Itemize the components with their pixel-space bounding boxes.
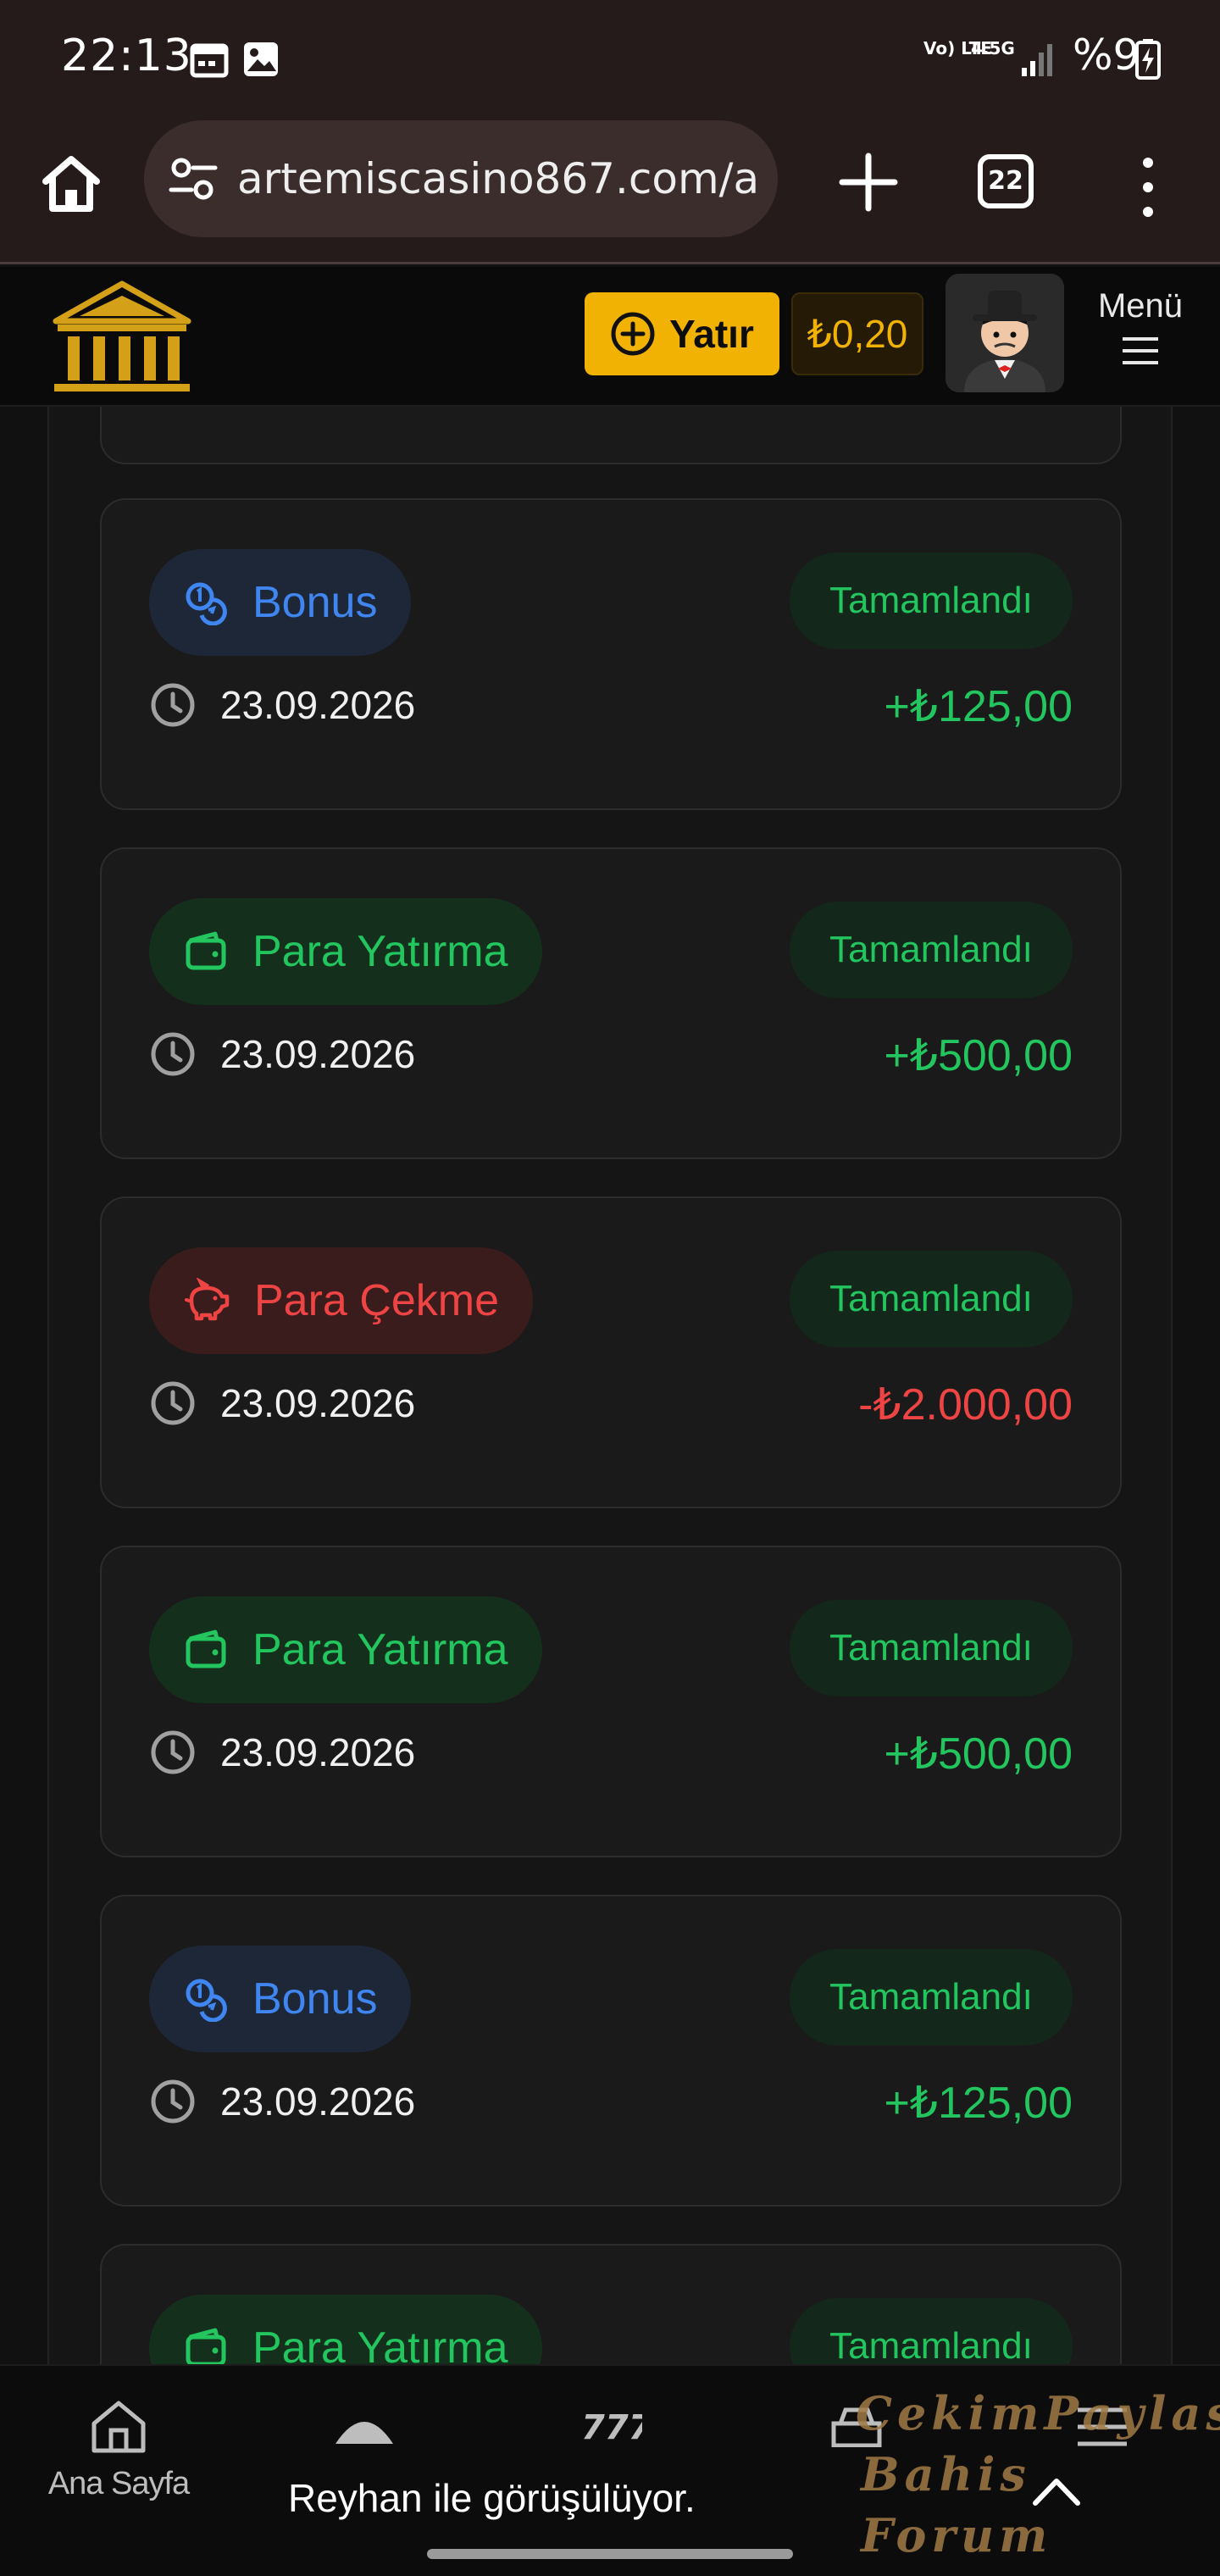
calendar-icon: [190, 43, 229, 78]
transaction-amount: +₺500,00: [884, 1729, 1073, 1779]
wallet-icon: [186, 931, 226, 970]
transaction-card: Para Yatırma Tamamlandı: [100, 2244, 1122, 2364]
transaction-card: Para Çekme Tamamlandı 23.09.2026 -₺2.000…: [100, 1196, 1122, 1508]
site-logo[interactable]: [46, 272, 198, 399]
avatar[interactable]: [946, 274, 1064, 392]
site-header: Yatır ₺0,20 Menü: [0, 267, 1220, 407]
battery-charging-icon: [1135, 39, 1161, 80]
clock-icon: [151, 2079, 195, 2124]
status-time: 22:13: [61, 31, 192, 81]
transaction-date: 23.09.2026: [220, 1381, 416, 1425]
menu-label: Menü: [1097, 287, 1184, 325]
url-text: artemiscasino867.com/a: [237, 154, 760, 203]
clock-icon: [151, 1381, 195, 1425]
status-badge: Tamamlandı: [790, 552, 1073, 649]
status-badge: Tamamlandı: [790, 1949, 1073, 2046]
status-badge: Tamamlandı: [790, 2298, 1073, 2364]
menu-button[interactable]: Menü: [1081, 287, 1200, 380]
chevron-up-icon[interactable]: [1027, 2464, 1086, 2515]
svg-text:777: 777: [581, 2408, 642, 2446]
transaction-card: Bonus Tamamlandı 23.09.2026 +₺125,00: [100, 498, 1122, 810]
home-icon: [92, 2401, 146, 2453]
clock-icon: [151, 683, 195, 727]
date-row: 23.09.2026: [149, 1380, 415, 1427]
transaction-date: 23.09.2026: [220, 1032, 416, 1076]
transaction-date: 23.09.2026: [220, 1730, 416, 1774]
more-options-icon[interactable]: [1127, 149, 1169, 225]
type-label: Para Yatırma: [252, 1625, 508, 1674]
bottom-navigation: Ana Sayfa 777 Reyhan ile görüşülüyor. Ce…: [0, 2364, 1220, 2576]
date-row: 23.09.2026: [149, 2078, 415, 2125]
piggy-bank-icon: [185, 1278, 230, 1321]
tab-switcher-button[interactable]: 22: [978, 154, 1034, 208]
transaction-amount: -₺2.000,00: [858, 1380, 1073, 1430]
transaction-card-partial: [100, 407, 1122, 464]
transaction-history[interactable]: Bonus Tamamlandı 23.09.2026 +₺125,00 Par…: [0, 407, 1220, 2364]
date-row: 23.09.2026: [149, 1729, 415, 1776]
balance-display[interactable]: ₺0,20: [791, 292, 923, 375]
transaction-amount: +₺125,00: [884, 682, 1073, 731]
type-badge-deposit: Para Yatırma: [149, 2295, 542, 2364]
transaction-card: Para Yatırma Tamamlandı 23.09.2026 +₺500…: [100, 1546, 1122, 1857]
coins-icon: [186, 582, 227, 625]
date-row: 23.09.2026: [149, 1030, 415, 1078]
date-row: 23.09.2026: [149, 681, 415, 729]
transactions-panel: Bonus Tamamlandı 23.09.2026 +₺125,00 Par…: [47, 407, 1173, 2364]
forum-watermark: CekimPaylas Bahis Forum: [856, 2383, 1220, 2562]
status-badge: Tamamlandı: [790, 902, 1073, 998]
wallet-icon: [186, 1629, 226, 1668]
type-label: Para Yatırma: [252, 927, 508, 976]
type-badge-bonus: Bonus: [149, 1946, 412, 2052]
new-tab-icon[interactable]: [830, 144, 907, 220]
wallet-icon: [186, 2328, 226, 2364]
image-icon: [244, 42, 278, 76]
type-label: Para Yatırma: [252, 2323, 508, 2364]
type-label: Para Çekme: [254, 1276, 499, 1325]
type-label: Bonus: [252, 578, 378, 627]
nav-home[interactable]: Ana Sayfa: [42, 2396, 195, 2523]
transaction-card: Para Yatırma Tamamlandı 23.09.2026 +₺500…: [100, 847, 1122, 1159]
type-label: Bonus: [252, 1974, 378, 2024]
status-badge: Tamamlandı: [790, 1251, 1073, 1347]
gesture-home-indicator[interactable]: [427, 2549, 793, 2559]
type-badge-deposit: Para Yatırma: [149, 898, 542, 1005]
transaction-date: 23.09.2026: [220, 2079, 416, 2124]
address-bar[interactable]: artemiscasino867.com/a: [144, 120, 778, 237]
transaction-amount: +₺125,00: [884, 2079, 1073, 2128]
browser-home-icon[interactable]: [37, 149, 105, 217]
transaction-date: 23.09.2026: [220, 683, 416, 727]
slots-777-icon[interactable]: 777: [578, 2403, 642, 2446]
transaction-amount: +₺500,00: [884, 1031, 1073, 1080]
battery-percent: %9: [1073, 31, 1140, 80]
clock-icon: [151, 1032, 195, 1076]
plus-circle-icon: [611, 312, 655, 356]
signal-icon: [1022, 44, 1052, 76]
deposit-button[interactable]: Yatır: [585, 292, 779, 375]
coins-icon: [186, 1979, 227, 2022]
network-type: 4.5G: [971, 38, 1015, 58]
clock-icon: [151, 1730, 195, 1774]
deposit-button-label: Yatır: [669, 312, 754, 356]
transaction-card: Bonus Tamamlandı 23.09.2026 +₺125,00: [100, 1895, 1122, 2207]
site-settings-icon[interactable]: [168, 156, 219, 202]
watermark-line-1: CekimPaylas: [856, 2386, 1220, 2440]
type-badge-deposit: Para Yatırma: [149, 1596, 542, 1703]
nav-home-label: Ana Sayfa: [47, 2466, 190, 2501]
browser-toolbar: artemiscasino867.com/a 22: [0, 115, 1220, 264]
type-badge-withdraw: Para Çekme: [149, 1247, 533, 1354]
status-bar: 22:13 Vo) LTE 4.5G %9: [0, 0, 1220, 115]
status-badge: Tamamlandı: [790, 1600, 1073, 1696]
detective-avatar-icon: [946, 274, 1064, 392]
type-badge-bonus: Bonus: [149, 549, 412, 656]
hamburger-icon: [1123, 337, 1158, 364]
casino-icon[interactable]: [332, 2400, 396, 2451]
